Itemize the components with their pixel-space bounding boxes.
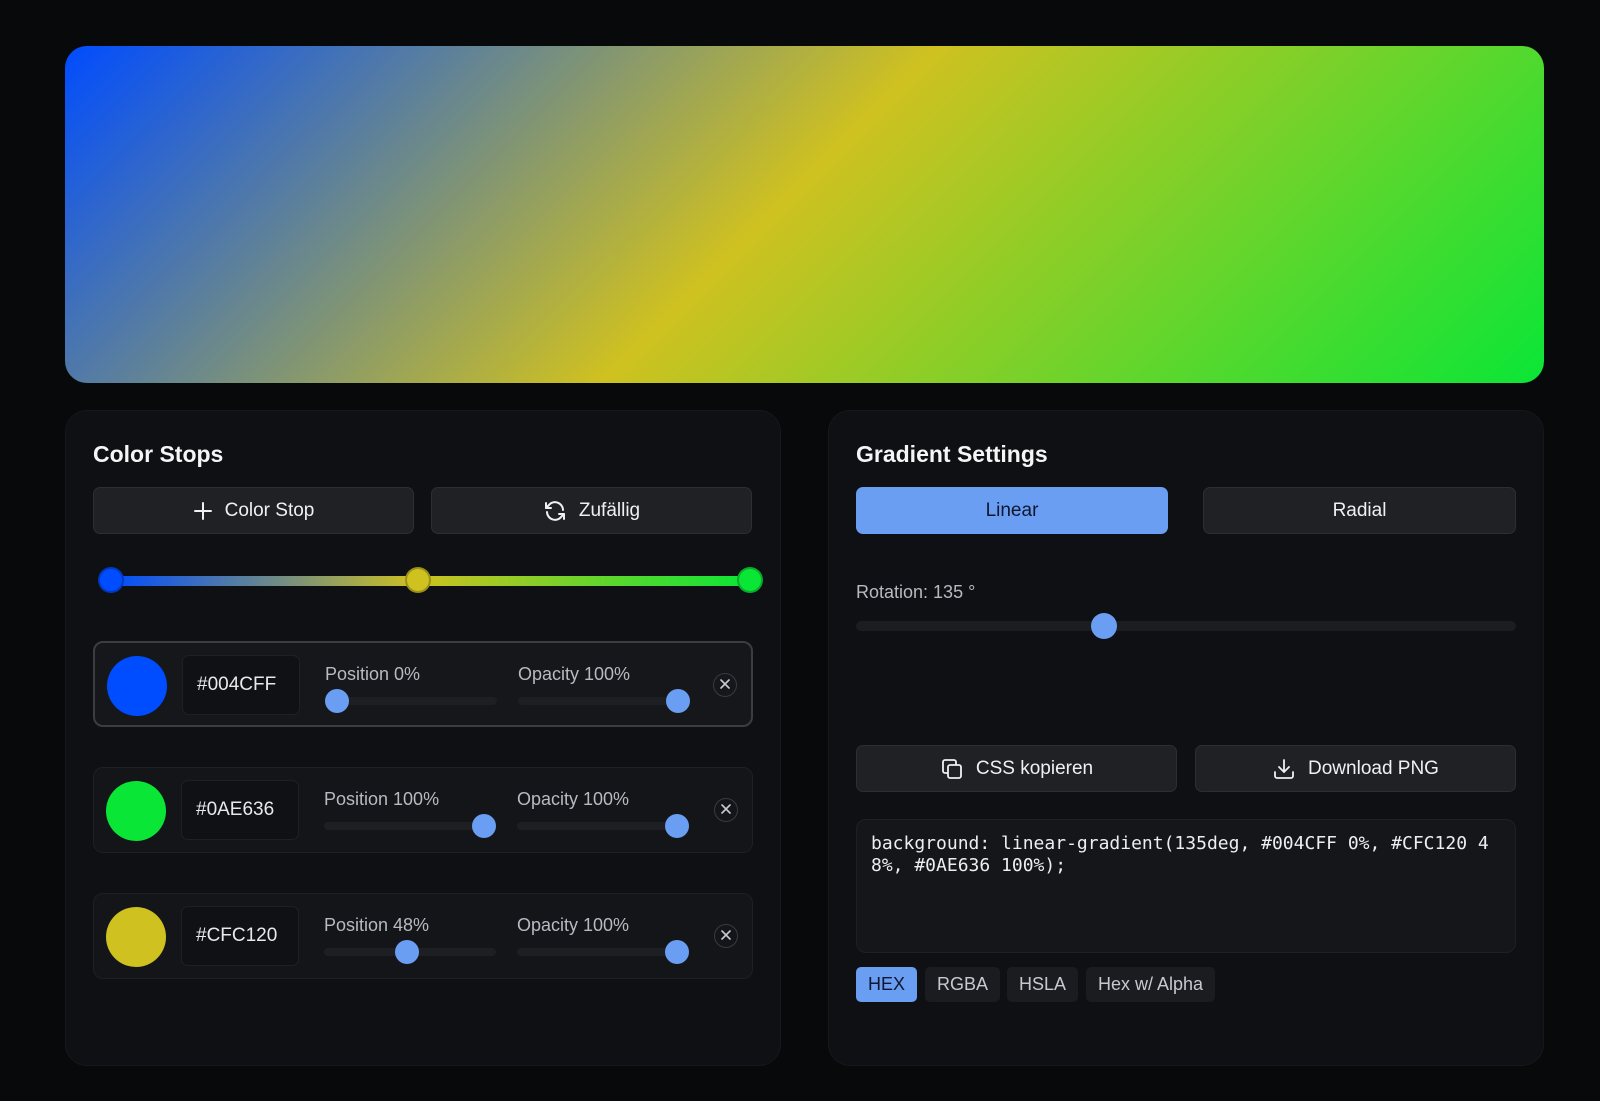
css-code-output[interactable]: background: linear-gradient(135deg, #004… (856, 819, 1516, 953)
color-swatch[interactable] (107, 656, 167, 716)
hex-input[interactable]: #CFC120 (181, 906, 299, 966)
position-slider[interactable] (325, 689, 497, 713)
download-icon (1272, 757, 1296, 781)
copy-css-label: CSS kopieren (975, 757, 1094, 779)
copy-icon (940, 757, 964, 781)
hex-input[interactable]: #0AE636 (181, 780, 299, 840)
position-label: Position 0% (325, 664, 421, 684)
linear-type-label: Linear (985, 499, 1039, 521)
close-icon (721, 801, 731, 819)
radial-type-button[interactable]: Radial (1203, 487, 1516, 534)
gradient-settings-title: Gradient Settings (856, 441, 1048, 467)
opacity-slider-handle[interactable] (666, 689, 690, 713)
remove-stop-button[interactable] (714, 798, 738, 822)
position-slider-handle[interactable] (325, 689, 349, 713)
refresh-icon (543, 499, 567, 523)
format-tab-hex-alpha[interactable]: Hex w/ Alpha (1086, 967, 1216, 1002)
opacity-slider-handle[interactable] (665, 940, 689, 964)
gradient-stop-handle-green[interactable] (737, 567, 763, 593)
gradient-stop-bar[interactable] (93, 563, 768, 597)
gradient-settings-panel: Gradient Settings Linear Radial Rotation… (828, 410, 1544, 1066)
color-stops-title: Color Stops (93, 441, 224, 467)
format-tab-hex[interactable]: HEX (856, 967, 918, 1002)
color-stops-panel: Color Stops Color Stop Zufällig #004CFF … (65, 410, 781, 1066)
position-slider-handle[interactable] (472, 814, 496, 838)
remove-stop-button[interactable] (714, 924, 738, 948)
opacity-slider[interactable] (517, 814, 689, 838)
rotation-label: Rotation: 135 ° (856, 582, 976, 602)
opacity-label: Opacity 100% (517, 915, 630, 935)
color-swatch[interactable] (106, 907, 166, 967)
hex-value: #004CFF (197, 674, 277, 695)
add-color-stop-label: Color Stop (224, 499, 315, 521)
color-stop-card[interactable]: #CFC120 Position 48% Opacity 100% (93, 893, 753, 979)
download-png-label: Download PNG (1308, 757, 1439, 779)
position-slider[interactable] (324, 940, 496, 964)
radial-type-label: Radial (1332, 499, 1387, 521)
close-icon (721, 927, 731, 945)
opacity-label: Opacity 100% (518, 664, 631, 684)
position-slider-handle[interactable] (395, 940, 420, 964)
hex-value: #CFC120 (196, 925, 278, 946)
add-color-stop-button[interactable]: Color Stop (93, 487, 414, 534)
format-tab-hsla[interactable]: HSLA (1007, 967, 1079, 1002)
color-stop-card[interactable]: #0AE636 Position 100% Opacity 100% (93, 767, 753, 853)
opacity-slider[interactable] (517, 940, 689, 964)
color-swatch[interactable] (106, 781, 166, 841)
opacity-label: Opacity 100% (517, 789, 630, 809)
close-icon (720, 676, 730, 694)
rotation-slider-handle[interactable] (1090, 613, 1117, 639)
gradient-stop-handle-blue[interactable] (98, 567, 124, 593)
rotation-slider[interactable] (856, 613, 1516, 639)
copy-css-button[interactable]: CSS kopieren (856, 745, 1177, 792)
gradient-preview (65, 46, 1544, 383)
plus-icon (193, 501, 213, 521)
position-label: Position 100% (324, 789, 440, 809)
linear-type-button[interactable]: Linear (856, 487, 1168, 534)
remove-stop-button[interactable] (713, 673, 737, 697)
gradient-stop-handle-yellow[interactable] (404, 567, 431, 593)
format-tab-rgba[interactable]: RGBA (925, 967, 1001, 1002)
opacity-slider-handle[interactable] (665, 814, 689, 838)
hex-input[interactable]: #004CFF (182, 655, 300, 715)
opacity-slider[interactable] (518, 689, 690, 713)
download-png-button[interactable]: Download PNG (1195, 745, 1516, 792)
random-label: Zufällig (578, 499, 641, 521)
color-stop-card[interactable]: #004CFF Position 0% Opacity 100% (93, 641, 753, 727)
hex-value: #0AE636 (196, 799, 275, 820)
random-button[interactable]: Zufällig (431, 487, 752, 534)
position-label: Position 48% (324, 915, 430, 935)
position-slider[interactable] (324, 814, 496, 838)
